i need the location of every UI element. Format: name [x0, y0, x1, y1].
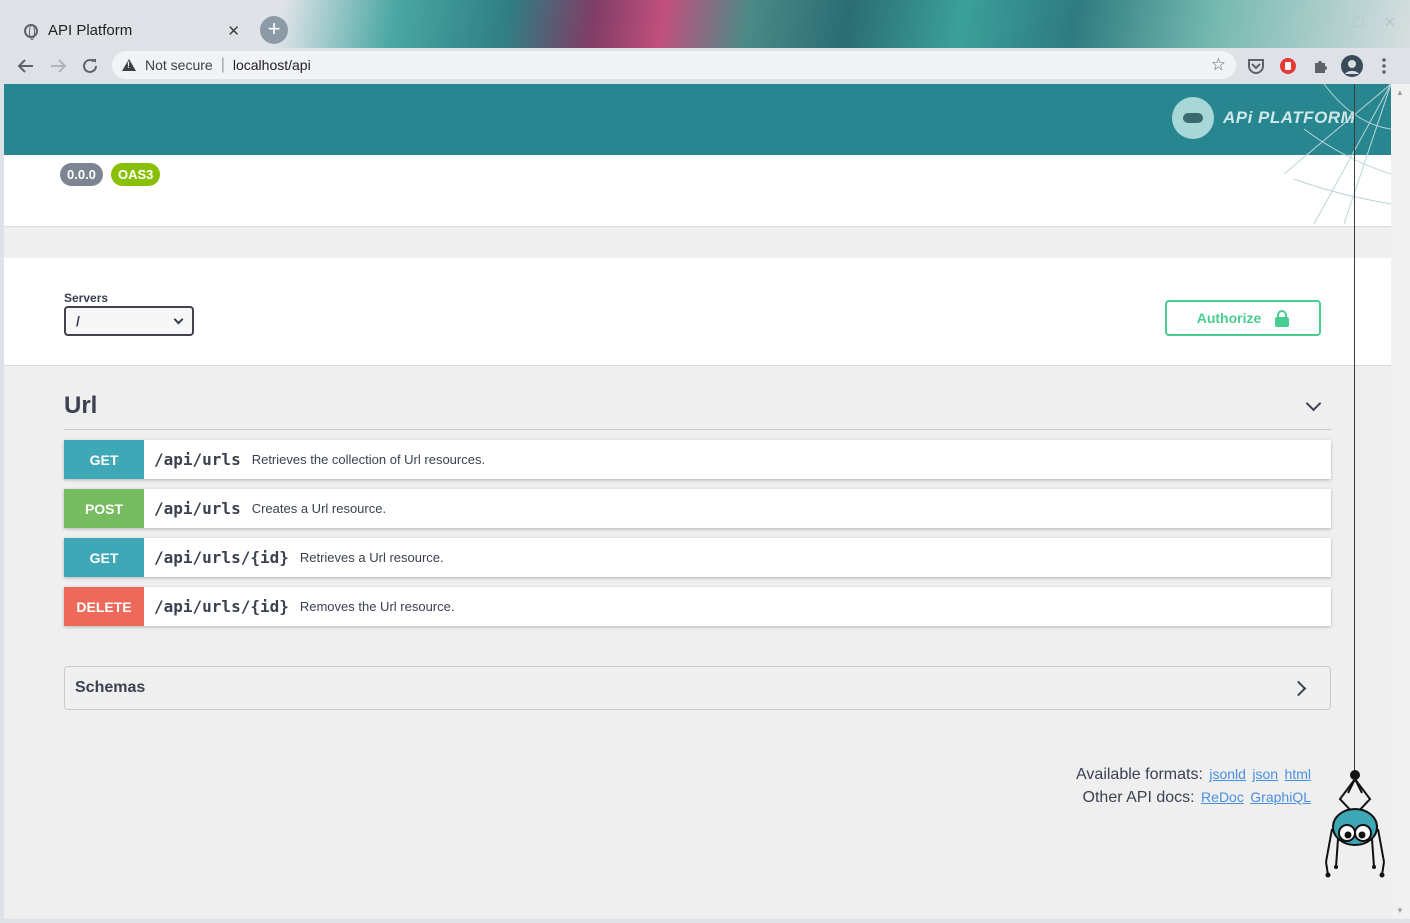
chevron-down-icon: [173, 314, 184, 324]
globe-icon: [24, 23, 38, 40]
tag-section-header[interactable]: Url: [64, 384, 1331, 430]
format-link-jsonld[interactable]: jsonld: [1209, 766, 1246, 782]
method-badge: DELETE: [64, 587, 144, 626]
schemas-section[interactable]: Schemas: [64, 666, 1331, 710]
operation-summary: Creates a Url resource.: [251, 501, 387, 516]
browser-tab[interactable]: API Platform ✕: [12, 13, 252, 48]
security-label: Not secure: [145, 57, 213, 73]
authorize-label: Authorize: [1196, 310, 1262, 326]
formats-label: Available formats:: [1076, 766, 1203, 783]
new-tab-button[interactable]: +: [260, 16, 288, 44]
method-badge: GET: [64, 440, 144, 479]
scheme-container: Servers / Authorize: [4, 258, 1391, 366]
spider-web-decoration: [1284, 84, 1391, 224]
oas-badge: OAS3: [111, 163, 161, 186]
topbar: APi PLATFORM: [4, 84, 1391, 155]
format-link-html[interactable]: html: [1285, 766, 1311, 782]
url-text[interactable]: localhost/api: [233, 57, 1211, 73]
spider-logo-icon: [1172, 97, 1214, 139]
browser-toolbar: Not secure | localhost/api ☆: [0, 48, 1410, 84]
operation-path: /api/urls/{id}: [154, 548, 289, 567]
pocket-icon[interactable]: [1245, 55, 1267, 77]
bookmark-star-icon[interactable]: ☆: [1211, 55, 1226, 75]
format-link-json[interactable]: json: [1252, 766, 1278, 782]
back-icon[interactable]: [10, 50, 42, 82]
chevron-right-icon[interactable]: [1290, 680, 1307, 696]
available-formats-line: Available formats: jsonld json html: [1076, 763, 1311, 786]
docs-link-graphiql[interactable]: GraphiQL: [1250, 789, 1311, 805]
servers-selected-value: /: [76, 313, 80, 329]
method-badge: GET: [64, 538, 144, 577]
tag-title: Url: [64, 392, 98, 419]
operation-row[interactable]: POST /api/urls Creates a Url resource.: [64, 489, 1331, 528]
maximize-icon[interactable]: ☐: [1352, 14, 1365, 31]
chevron-down-icon[interactable]: [1305, 395, 1322, 412]
tab-strip: API Platform ✕ + — ☐ ✕: [0, 0, 1410, 48]
operation-row[interactable]: DELETE /api/urls/{id} Removes the Url re…: [64, 587, 1331, 626]
unlock-icon: [1275, 309, 1290, 327]
servers-select[interactable]: /: [64, 306, 194, 336]
docs-label: Other API docs:: [1082, 789, 1195, 806]
docs-link-redoc[interactable]: ReDoc: [1201, 789, 1244, 805]
minimize-icon[interactable]: —: [1320, 14, 1334, 30]
reload-icon[interactable]: [74, 50, 106, 82]
operation-row[interactable]: GET /api/urls Retrieves the collection o…: [64, 440, 1331, 479]
profile-avatar[interactable]: [1341, 55, 1363, 77]
operation-summary: Retrieves the collection of Url resource…: [251, 452, 486, 467]
info-section: 0.0.0 OAS3: [4, 155, 1391, 227]
operation-path: /api/urls/{id}: [154, 597, 289, 616]
operation-row[interactable]: GET /api/urls/{id} Retrieves a Url resou…: [64, 538, 1331, 577]
browser-menu-icon[interactable]: [1373, 55, 1395, 77]
tab-close-button[interactable]: ✕: [227, 22, 240, 40]
authorize-button[interactable]: Authorize: [1165, 300, 1321, 336]
servers-label: Servers: [64, 291, 109, 305]
page-content: APi PLATFORM 0.0.0 OAS3 Servers / Author…: [4, 84, 1391, 919]
operation-path: /api/urls: [154, 450, 241, 469]
forward-icon[interactable]: [42, 50, 74, 82]
adblock-icon[interactable]: [1277, 55, 1299, 77]
warning-icon: [122, 59, 136, 71]
operation-path: /api/urls: [154, 499, 241, 518]
schemas-title: Schemas: [75, 679, 146, 696]
spider-thread: [1354, 84, 1355, 774]
extensions-puzzle-icon[interactable]: [1309, 55, 1331, 77]
spider-mascot-icon: [1325, 770, 1385, 878]
operation-summary: Removes the Url resource.: [299, 599, 455, 614]
page-scrollbar[interactable]: ▲ ▼: [1391, 84, 1410, 919]
other-docs-line: Other API docs: ReDoc GraphiQL: [1076, 786, 1311, 809]
version-badge: 0.0.0: [60, 163, 103, 186]
browser-window: API Platform ✕ + — ☐ ✕ Not secure | loca…: [0, 0, 1410, 923]
address-divider: |: [220, 56, 225, 73]
formats-footer: Available formats: jsonld json html Othe…: [1076, 763, 1311, 809]
scroll-down-icon[interactable]: ▼: [1396, 906, 1404, 915]
window-close-icon[interactable]: ✕: [1384, 14, 1396, 31]
address-bar[interactable]: Not secure | localhost/api ☆: [112, 51, 1236, 79]
scroll-up-icon[interactable]: ▲: [1396, 88, 1404, 97]
tab-title: API Platform: [48, 22, 133, 39]
method-badge: POST: [64, 489, 144, 528]
operation-summary: Retrieves a Url resource.: [299, 550, 444, 565]
